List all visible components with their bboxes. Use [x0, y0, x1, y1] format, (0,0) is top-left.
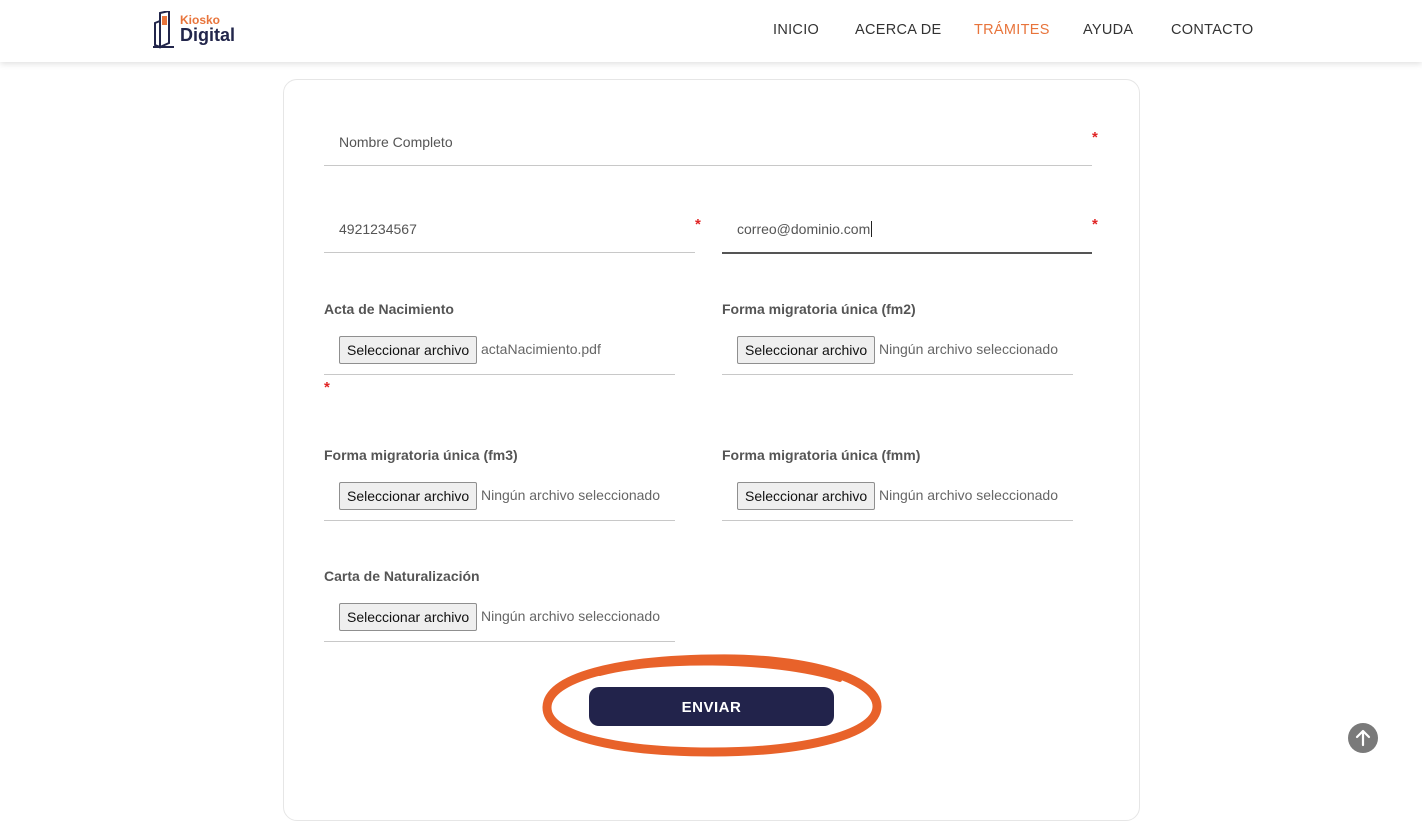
file-name: Ningún archivo seleccionado	[481, 487, 660, 503]
site-header: Kiosko Digital INICIO ACERCA DE TRÁMITES…	[0, 0, 1422, 62]
file-name: actaNacimiento.pdf	[481, 341, 601, 357]
nav-ayuda[interactable]: AYUDA	[1083, 21, 1133, 39]
file-name: Ningún archivo seleccionado	[879, 487, 1058, 503]
file-field-fm2: Seleccionar archivo Ningún archivo selec…	[722, 328, 1073, 375]
file-field-fmm: Seleccionar archivo Ningún archivo selec…	[722, 474, 1073, 521]
required-mark: *	[1092, 129, 1098, 146]
file-field-carta: Seleccionar archivo Ningún archivo selec…	[324, 595, 675, 642]
file-label-carta: Carta de Naturalización	[324, 568, 480, 584]
select-file-button[interactable]: Seleccionar archivo	[339, 603, 478, 631]
select-file-button[interactable]: Seleccionar archivo	[339, 482, 478, 510]
phone-value: 4921234567	[339, 221, 417, 237]
email-field[interactable]: correo@dominio.com	[722, 212, 1092, 254]
arrow-up-icon	[1355, 729, 1371, 747]
required-mark: *	[324, 379, 330, 396]
file-field-fm3: Seleccionar archivo Ningún archivo selec…	[324, 474, 675, 521]
submit-button[interactable]: ENVIAR	[589, 687, 834, 726]
file-label-acta: Acta de Nacimiento	[324, 301, 454, 317]
required-mark: *	[1092, 216, 1098, 233]
file-label-fmm: Forma migratoria única (fmm)	[722, 447, 921, 463]
file-name: Ningún archivo seleccionado	[481, 608, 660, 624]
file-name: Ningún archivo seleccionado	[879, 341, 1058, 357]
nav-contacto[interactable]: CONTACTO	[1171, 21, 1253, 39]
nav-tramites[interactable]: TRÁMITES	[974, 21, 1050, 39]
nav-acerca-de[interactable]: ACERCA DE	[855, 21, 942, 39]
full-name-field[interactable]: Nombre Completo	[324, 125, 1092, 166]
file-label-fm2: Forma migratoria única (fm2)	[722, 301, 916, 317]
scroll-top-button[interactable]	[1348, 723, 1378, 753]
select-file-button[interactable]: Seleccionar archivo	[737, 482, 876, 510]
main-nav: INICIO ACERCA DE TRÁMITES AYUDA CONTACTO	[0, 21, 1422, 41]
phone-field[interactable]: 4921234567	[324, 212, 695, 253]
required-mark: *	[695, 216, 701, 233]
full-name-placeholder: Nombre Completo	[339, 134, 453, 150]
file-label-fm3: Forma migratoria única (fm3)	[324, 447, 518, 463]
file-field-acta: Seleccionar archivo actaNacimiento.pdf	[324, 328, 675, 375]
select-file-button[interactable]: Seleccionar archivo	[339, 336, 478, 364]
email-value: correo@dominio.com	[737, 221, 871, 237]
text-caret	[871, 221, 873, 237]
nav-inicio[interactable]: INICIO	[773, 21, 819, 39]
select-file-button[interactable]: Seleccionar archivo	[737, 336, 876, 364]
